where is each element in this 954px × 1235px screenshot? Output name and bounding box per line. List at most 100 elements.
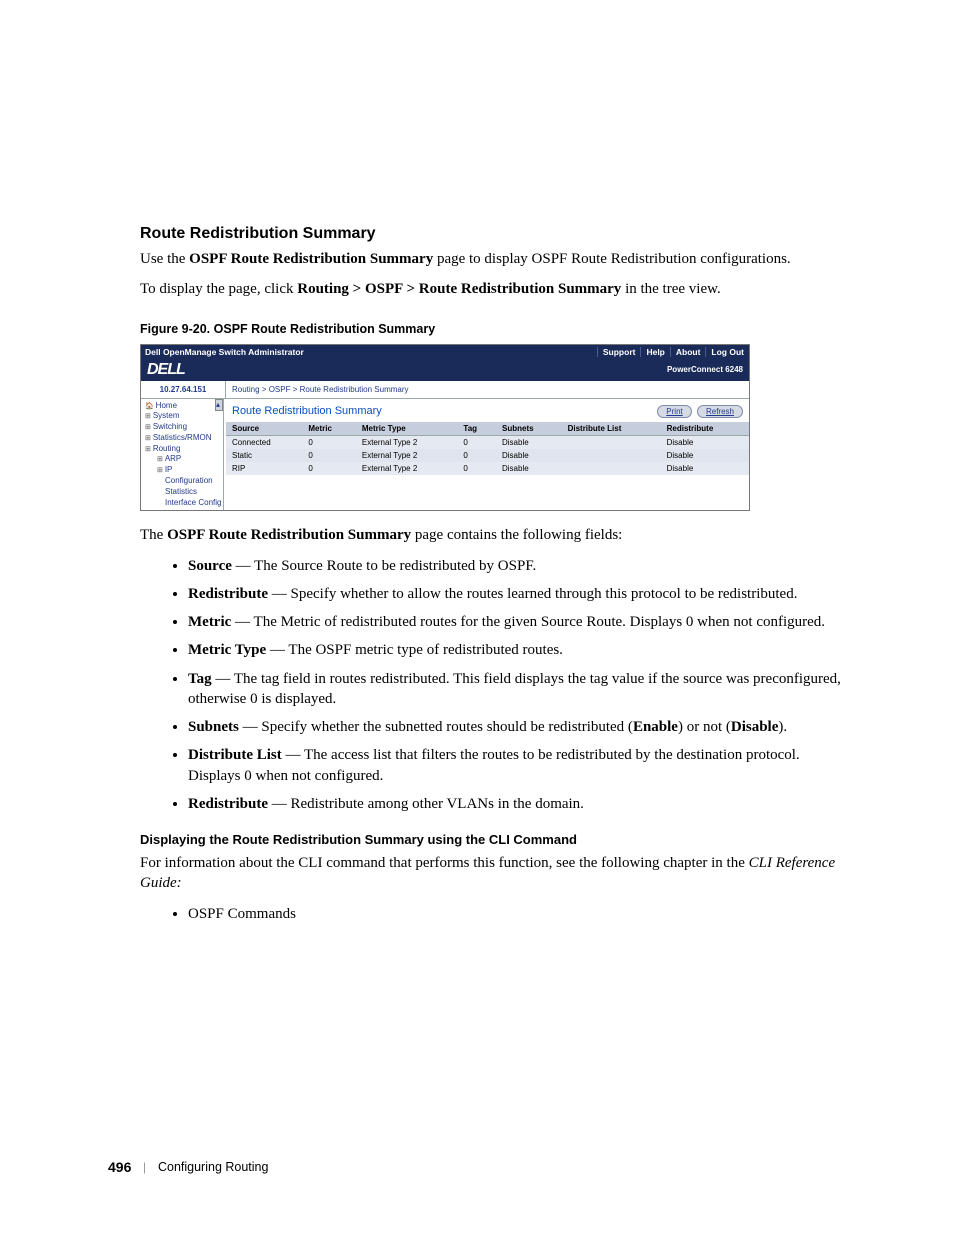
list-item: Metric Type — The OSPF metric type of re… [188,640,854,660]
section-title: Route Redistribution Summary [140,225,854,243]
field-name: Redistribute [188,796,268,812]
breadcrumb: Routing > OSPF > Route Redistribution Su… [226,381,749,399]
cell [562,449,661,462]
cell: External Type 2 [356,435,458,449]
cli-text: For information about the CLI command th… [140,853,854,894]
list-item: OSPF Commands [188,904,854,924]
cell: 0 [302,462,356,475]
print-button[interactable]: Print [657,405,691,418]
tree-routing[interactable]: Routing [143,444,223,455]
table-header-row: Source Metric Metric Type Tag Subnets Di… [226,422,749,436]
list-item: Metric — The Metric of redistributed rou… [188,612,854,632]
cli-item: OSPF Commands [188,906,296,922]
field-list: Source — The Source Route to be redistri… [140,556,854,815]
page-number: 496 [108,1159,131,1175]
tree-switching[interactable]: Switching [143,422,223,433]
cell: Static [226,449,302,462]
logout-link[interactable]: Log Out [705,347,749,357]
col-subnets: Subnets [496,422,562,436]
text: For information about the CLI command th… [140,855,749,871]
table-row: Connected 0 External Type 2 0 Disable Di… [226,435,749,449]
cell: 0 [302,435,356,449]
list-item: Redistribute — Redistribute among other … [188,794,854,814]
panel-title: Route Redistribution Summary [232,405,382,417]
field-name: Redistribute [188,586,268,602]
cell [562,435,661,449]
table-row: RIP 0 External Type 2 0 Disable Disable [226,462,749,475]
tree-scroll-up[interactable]: ▴ [215,399,223,411]
text: — Specify whether the subnetted routes s… [239,719,633,735]
cell: Disable [496,435,562,449]
about-link[interactable]: About [670,347,706,357]
tree-home[interactable]: Home [143,401,223,412]
col-tag: Tag [457,422,496,436]
model-label: PowerConnect 6248 [667,365,743,374]
field-name: Tag [188,671,212,687]
field-desc: — The tag field in routes redistributed.… [188,671,841,707]
table-row: Static 0 External Type 2 0 Disable Disab… [226,449,749,462]
dell-logo: DELL [147,361,185,379]
refresh-button[interactable]: Refresh [697,405,743,418]
cell: External Type 2 [356,462,458,475]
field-desc: — Redistribute among other VLANs in the … [268,796,584,812]
field-desc: — The OSPF metric type of redistributed … [266,642,563,658]
col-metric: Metric [302,422,356,436]
tree-system[interactable]: System [143,411,223,422]
bold-enable: Enable [633,719,678,735]
cell: External Type 2 [356,449,458,462]
text: Use the [140,251,189,267]
text: ) or not ( [678,719,731,735]
cell: Disable [661,435,749,449]
intro-paragraph: Use the OSPF Route Redistribution Summar… [140,249,854,269]
field-desc: — The Source Route to be redistributed b… [232,558,536,574]
bold-disable: Disable [731,719,779,735]
cell: 0 [457,435,496,449]
col-source: Source [226,422,302,436]
col-distribute-list: Distribute List [562,422,661,436]
text: The [140,527,167,543]
text: in the tree view. [621,281,720,297]
chapter-name: Configuring Routing [158,1160,269,1174]
col-redistribute: Redistribute [661,422,749,436]
field-name: Distribute List [188,747,282,763]
col-metric-type: Metric Type [356,422,458,436]
field-name: Source [188,558,232,574]
embedded-screenshot: Dell OpenManage Switch Administrator Sup… [140,344,750,512]
list-item: Distribute List — The access list that f… [188,745,854,786]
list-item: Redistribute — Specify whether to allow … [188,584,854,604]
brand-bar: DELL PowerConnect 6248 [141,359,749,381]
list-item: Tag — The tag field in routes redistribu… [188,669,854,710]
footer-separator: | [143,1159,146,1175]
cell: Disable [496,449,562,462]
cell: 0 [457,462,496,475]
cli-heading: Displaying the Route Redistribution Summ… [140,832,854,847]
cell: Disable [661,449,749,462]
support-link[interactable]: Support [597,347,641,357]
figure-caption: Figure 9-20. OSPF Route Redistribution S… [140,322,854,336]
tree-statistics-rmon[interactable]: Statistics/RMON [143,433,223,444]
tree-configuration[interactable]: Configuration [143,476,223,487]
bold-nav: Routing > OSPF > Route Redistribution Su… [297,281,621,297]
cell [562,462,661,475]
field-desc: — Specify whether to allow the routes le… [268,586,797,602]
page-footer: 496 | Configuring Routing [108,1159,268,1175]
app-title: Dell OpenManage Switch Administrator [141,347,597,357]
after-figure-text: The OSPF Route Redistribution Summary pa… [140,525,854,545]
cell: RIP [226,462,302,475]
field-name: Subnets [188,719,239,735]
tree-interface-config[interactable]: Interface Config [143,498,223,509]
text: To display the page, click [140,281,297,297]
list-item: Subnets — Specify whether the subnetted … [188,717,854,737]
tree-ip[interactable]: IP [143,465,223,476]
nav-tree: ▴ Home System Switching Statistics/RMON … [141,399,224,511]
cell: 0 [457,449,496,462]
bold-term: OSPF Route Redistribution Summary [167,527,411,543]
help-link[interactable]: Help [640,347,669,357]
text: page to display OSPF Route Redistributio… [433,251,790,267]
app-top-links: Support Help About Log Out [597,347,749,357]
field-desc: — The Metric of redistributed routes for… [231,614,825,630]
tree-arp[interactable]: ARP [143,454,223,465]
bold-term: OSPF Route Redistribution Summary [189,251,433,267]
device-ip: 10.27.64.151 [141,381,226,399]
tree-statistics[interactable]: Statistics [143,487,223,498]
